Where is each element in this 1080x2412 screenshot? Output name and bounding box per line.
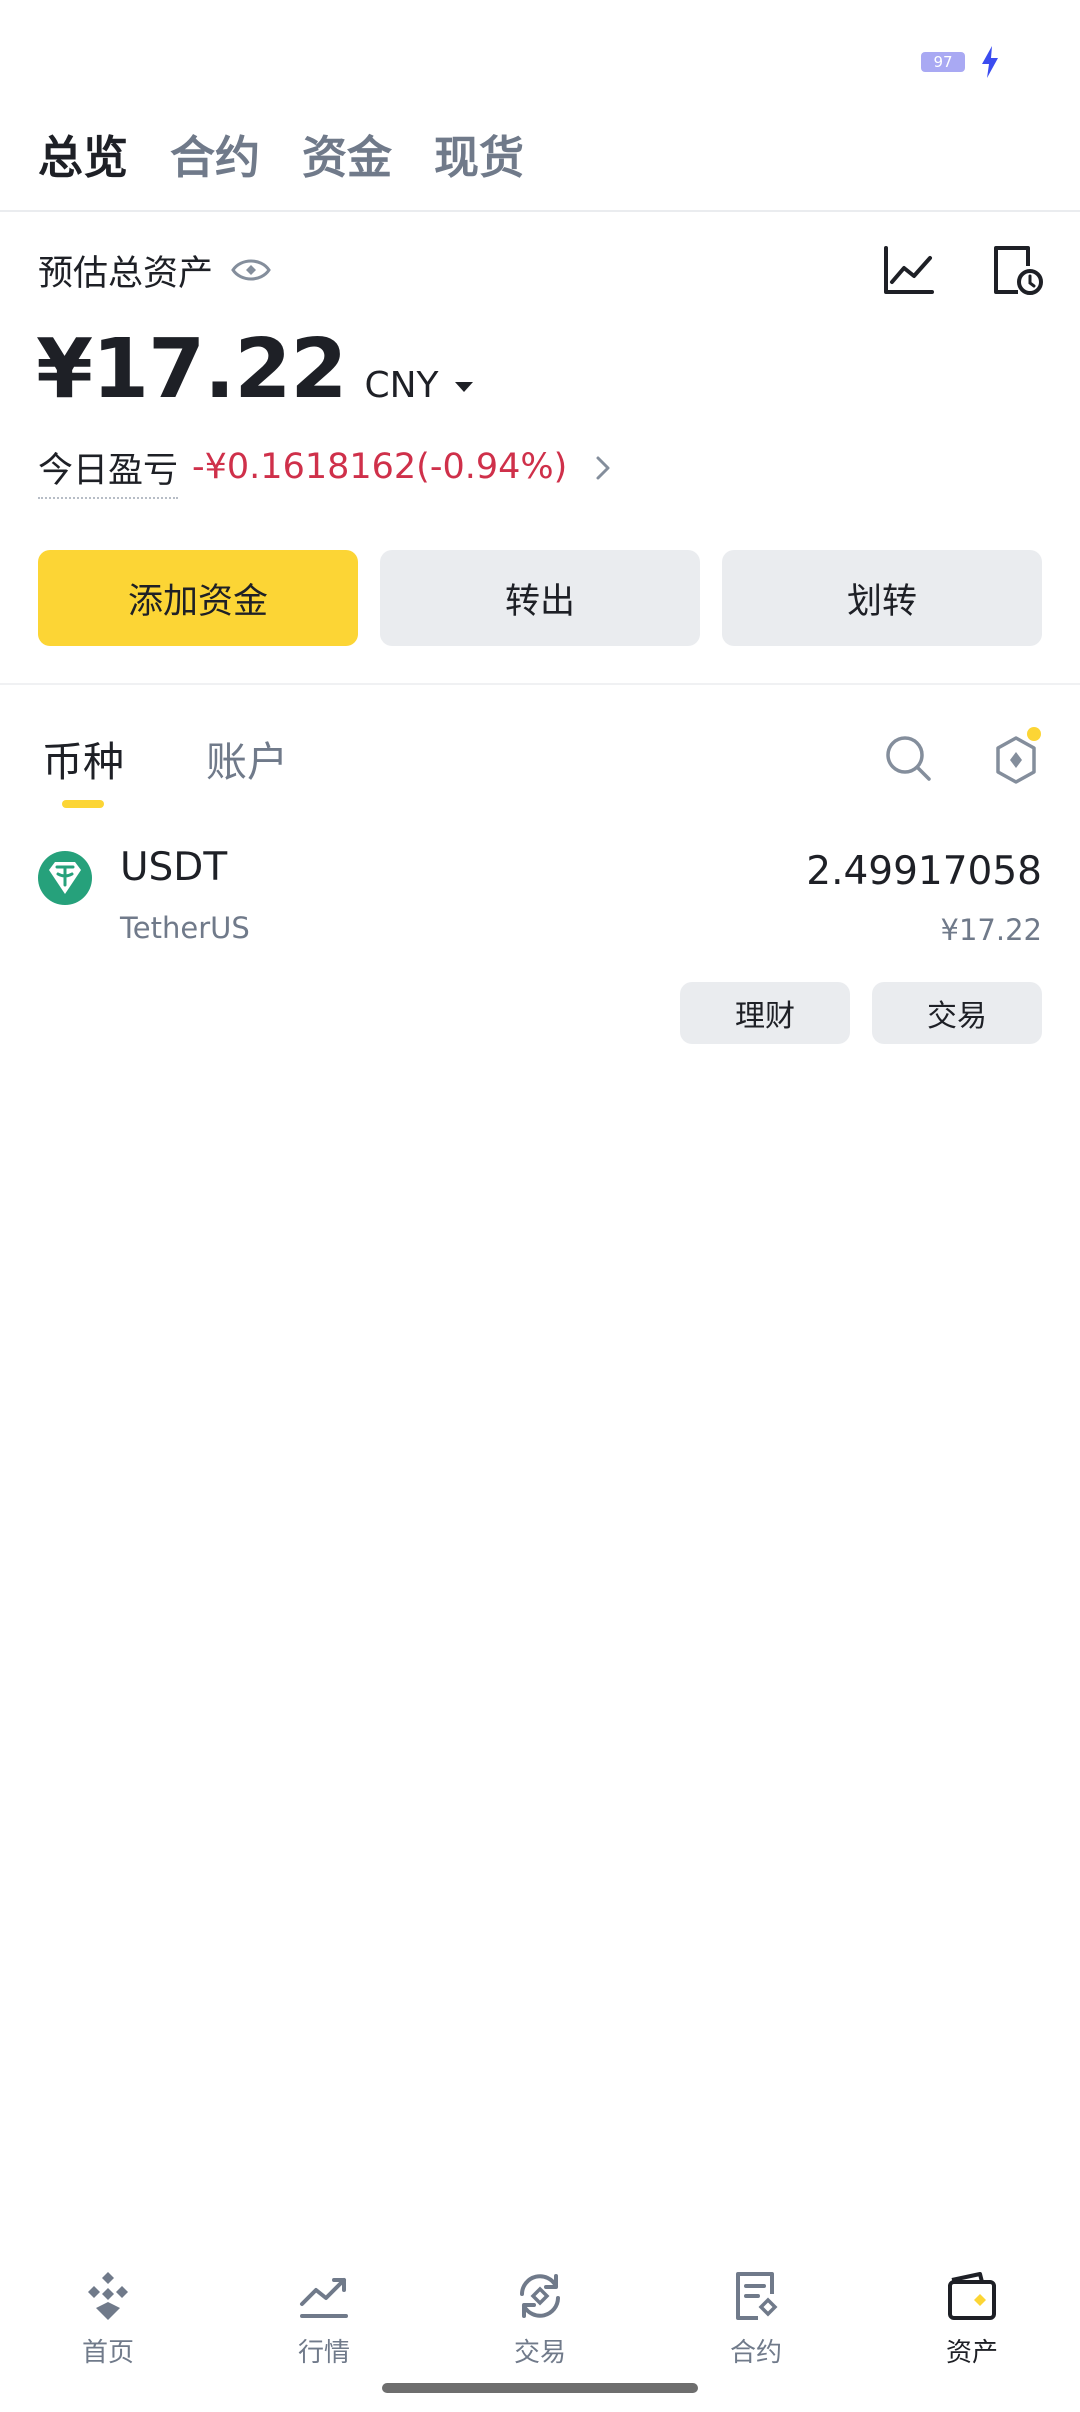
nav-futures[interactable]: 合约 bbox=[648, 2250, 864, 2370]
earn-button[interactable]: 理财 bbox=[680, 982, 850, 1044]
home-indicator[interactable] bbox=[382, 2383, 698, 2393]
markets-icon bbox=[300, 2278, 348, 2318]
trade-icon bbox=[520, 2274, 560, 2318]
withdraw-button[interactable]: 转出 bbox=[380, 550, 700, 646]
section-divider bbox=[0, 683, 1080, 685]
balance-row: ¥17.22 CNY bbox=[36, 322, 475, 422]
transfer-button[interactable]: 划转 bbox=[722, 550, 1042, 646]
coin-value: ¥17.22 bbox=[940, 913, 1042, 947]
pnl-value: -¥0.1618162(-0.94%) bbox=[192, 447, 568, 487]
tab-spot[interactable]: 现货 bbox=[434, 118, 524, 198]
sub-tab-bar: 币种 账户 bbox=[42, 722, 288, 808]
eye-icon[interactable] bbox=[231, 256, 271, 284]
tab-funding[interactable]: 资金 bbox=[302, 118, 392, 198]
currency-selector[interactable]: CNY bbox=[364, 365, 438, 406]
action-buttons: 添加资金 转出 划转 bbox=[38, 550, 1042, 646]
nav-markets[interactable]: 行情 bbox=[216, 2250, 432, 2370]
tab-futures[interactable]: 合约 bbox=[170, 118, 260, 198]
todays-pnl-row[interactable]: 今日盈亏 -¥0.1618162(-0.94%) bbox=[38, 442, 613, 499]
wallet-icon bbox=[948, 2272, 996, 2320]
estimated-assets-row: 预估总资产 bbox=[38, 245, 271, 295]
nav-label: 交易 bbox=[513, 2338, 566, 2368]
top-tab-bar: 总览 合约 资金 现货 bbox=[38, 118, 524, 198]
coin-symbol: USDT bbox=[120, 845, 228, 890]
line-chart-icon[interactable] bbox=[880, 242, 936, 298]
header-divider bbox=[0, 210, 1080, 212]
chevron-right-icon bbox=[596, 456, 610, 480]
coin-amount: 2.49917058 bbox=[806, 849, 1042, 894]
coin-actions: 理财 交易 bbox=[680, 982, 1042, 1044]
history-icon[interactable] bbox=[988, 242, 1044, 298]
tab-coins[interactable]: 币种 bbox=[42, 722, 124, 808]
nav-home[interactable]: 首页 bbox=[0, 2250, 216, 2370]
nav-assets[interactable]: 资产 bbox=[864, 2250, 1080, 2370]
charging-icon bbox=[982, 46, 998, 78]
nav-label: 合约 bbox=[729, 2338, 782, 2368]
total-balance: ¥17.22 bbox=[36, 322, 347, 417]
notification-dot bbox=[1027, 727, 1041, 741]
search-icon[interactable] bbox=[882, 732, 934, 784]
nav-label: 资产 bbox=[945, 2338, 998, 2368]
bottom-nav: 首页 行情 交易 合约 资产 bbox=[0, 2250, 1080, 2370]
pnl-label: 今日盈亏 bbox=[38, 442, 179, 499]
list-item-usdt[interactable]: USDT TetherUS 2.49917058 ¥17.22 理财 交易 bbox=[38, 845, 1042, 1045]
trade-button[interactable]: 交易 bbox=[872, 982, 1042, 1044]
usdt-logo-icon bbox=[38, 851, 92, 905]
home-icon bbox=[88, 2272, 128, 2320]
futures-icon bbox=[736, 2272, 778, 2320]
add-funds-button[interactable]: 添加资金 bbox=[38, 550, 358, 646]
caret-down-icon[interactable] bbox=[453, 380, 475, 394]
coin-name: TetherUS bbox=[120, 911, 250, 945]
status-bar: 97 bbox=[0, 0, 1080, 110]
battery-indicator: 97 bbox=[921, 52, 965, 72]
tab-accounts[interactable]: 账户 bbox=[206, 722, 288, 802]
nav-trade[interactable]: 交易 bbox=[432, 2250, 648, 2370]
nav-label: 首页 bbox=[81, 2338, 134, 2368]
tab-overview[interactable]: 总览 bbox=[38, 118, 128, 198]
nav-label: 行情 bbox=[297, 2338, 350, 2368]
estimated-assets-label: 预估总资产 bbox=[38, 253, 214, 294]
